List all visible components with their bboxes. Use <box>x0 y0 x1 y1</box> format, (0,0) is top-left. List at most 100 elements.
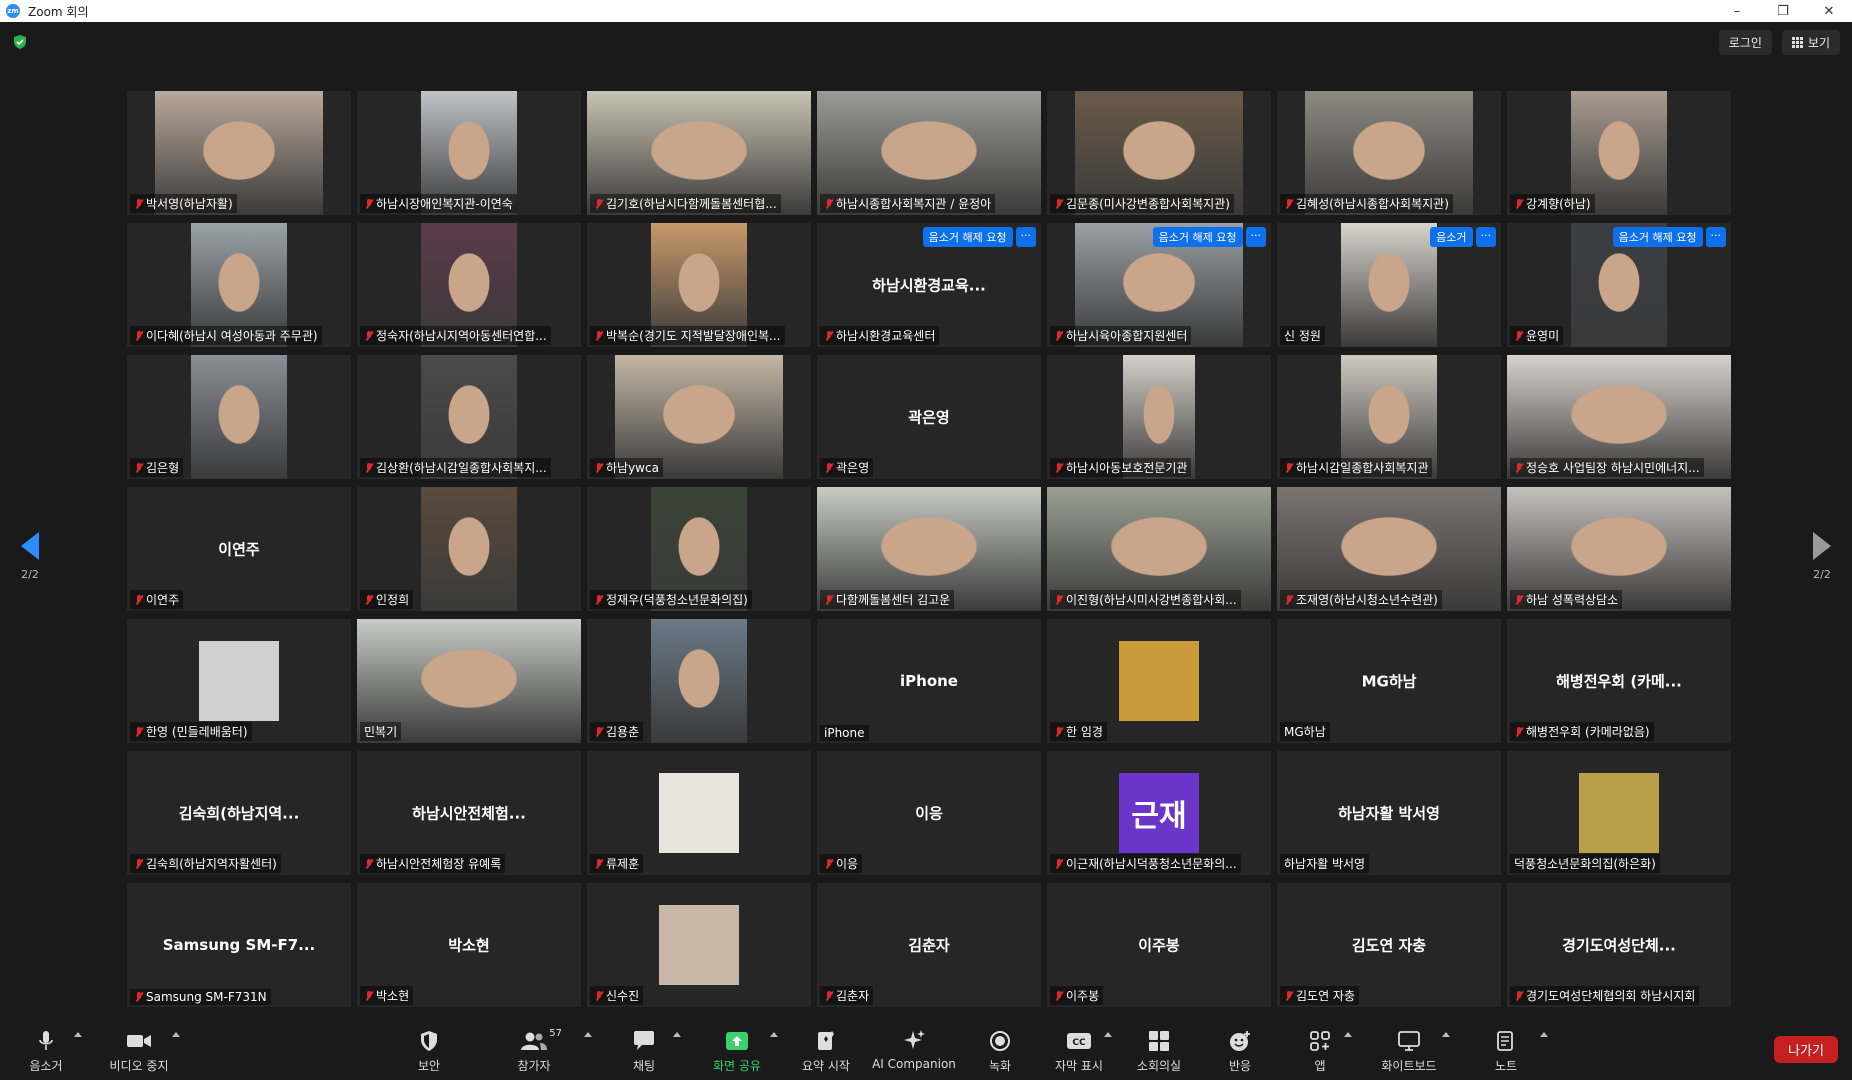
participant-tile[interactable]: 하남시아동보호전문기관 <box>1047 355 1271 479</box>
participant-display-name: 하남시환경교육... <box>872 276 986 295</box>
participant-display-name: 이주봉 <box>1138 936 1180 955</box>
participant-tile[interactable]: 김은형 <box>127 355 351 479</box>
participant-display-name: 김춘자 <box>908 936 950 955</box>
minimize-button[interactable]: – <box>1714 0 1760 22</box>
share-screen-button[interactable]: 화면 공유 <box>692 1028 782 1074</box>
security-button[interactable]: 보안 <box>384 1028 474 1074</box>
participant-tile[interactable]: 경기도여성단체... 경기도여성단체협의회 하남시지회 <box>1507 883 1731 1007</box>
participant-tile[interactable]: 하남시감일종합사회복지관 <box>1277 355 1501 479</box>
apps-options-caret[interactable] <box>1344 1032 1352 1037</box>
participant-tile[interactable]: 한영 (민들레배움터) <box>127 619 351 743</box>
participant-tile[interactable]: 조재영(하남시청소년수련관) <box>1277 487 1501 611</box>
whiteboard-label: 화이트보드 <box>1381 1059 1437 1073</box>
share-options-caret[interactable] <box>770 1032 778 1037</box>
muted-microphone-icon <box>364 990 374 1002</box>
tile-more-options-button[interactable]: ··· <box>1475 227 1496 247</box>
notes-button[interactable]: 노트 <box>1461 1028 1551 1074</box>
participant-tile[interactable]: 정재우(덕풍청소년문화의집) <box>587 487 811 611</box>
muted-microphone-icon <box>594 462 604 474</box>
participant-tile[interactable]: 김숙희(하남지역... 김숙희(하남지역자활센터) <box>127 751 351 875</box>
start-summary-button[interactable]: 요약 시작 <box>781 1028 871 1074</box>
participant-tile[interactable]: 하남시안전체험... 하남시안전체험장 유예록 <box>357 751 581 875</box>
ai-companion-button[interactable]: AI Companion <box>869 1028 959 1071</box>
participant-tile[interactable]: 김혜성(하남시종합사회복지관) <box>1277 91 1501 215</box>
security-shield-icon[interactable] <box>12 34 28 50</box>
participant-tile[interactable]: iPhone iPhone <box>817 619 1041 743</box>
participant-tile[interactable]: 김상환(하남시감일종합사회복지... <box>357 355 581 479</box>
participant-tile[interactable]: 정숙자(하남시지역아동센터연합... <box>357 223 581 347</box>
leave-meeting-button[interactable]: 나가기 <box>1774 1036 1838 1063</box>
participant-name-label: iPhone <box>820 725 869 741</box>
participant-tile[interactable]: 이주봉 이주봉 <box>1047 883 1271 1007</box>
ai-companion-label: AI Companion <box>872 1057 956 1071</box>
tile-more-options-button[interactable]: ··· <box>1015 227 1036 247</box>
whiteboard-options-caret[interactable] <box>1442 1032 1450 1037</box>
participant-tile[interactable]: 신수진 <box>587 883 811 1007</box>
chat-options-caret[interactable] <box>673 1032 681 1037</box>
participant-tile[interactable]: 이진형(하남시미사강변종합사회... <box>1047 487 1271 611</box>
participant-tile[interactable]: 곽은영 곽은영 <box>817 355 1041 479</box>
participant-tile[interactable]: 다함께돌봄센터 김고운 <box>817 487 1041 611</box>
participants-options-caret[interactable] <box>584 1032 592 1037</box>
participant-tile[interactable]: 류제훈 <box>587 751 811 875</box>
reactions-button[interactable]: 반응 <box>1195 1028 1285 1074</box>
participant-tile[interactable]: 박서영(하남자활) <box>127 91 351 215</box>
participant-tile[interactable]: 박복순(경기도 지적발달장애인복... <box>587 223 811 347</box>
request-unmute-button[interactable]: 음소거 해제 요청 <box>1612 227 1703 247</box>
participant-tile[interactable]: 덕풍청소년문화의집(하은화) <box>1507 751 1731 875</box>
participant-tile[interactable]: 이응 이응 <box>817 751 1041 875</box>
stop-video-button[interactable]: 비디오 중지 <box>94 1028 184 1074</box>
next-page-button[interactable]: 2/2 <box>1802 532 1842 581</box>
request-unmute-button[interactable]: 음소거 해제 요청 <box>922 227 1013 247</box>
record-button[interactable]: 녹화 <box>955 1028 1045 1074</box>
whiteboard-button[interactable]: 화이트보드 <box>1364 1028 1454 1074</box>
muted-microphone-icon <box>824 990 834 1002</box>
participant-tile[interactable]: 한 임경 <box>1047 619 1271 743</box>
participant-tile[interactable]: 이연주 이연주 <box>127 487 351 611</box>
request-unmute-button[interactable]: 음소거 해제 요청 <box>1152 227 1243 247</box>
participant-tile[interactable]: 해병전우회 (카메... 해병전우회 (카메라없음) <box>1507 619 1731 743</box>
login-button[interactable]: 로그인 <box>1718 30 1772 55</box>
participant-tile[interactable]: 하남자활 박서영 하남자활 박서영 <box>1277 751 1501 875</box>
breakout-rooms-button[interactable]: 소회의실 <box>1114 1028 1204 1074</box>
tile-more-options-button[interactable]: ··· <box>1705 227 1726 247</box>
tile-more-options-button[interactable]: ··· <box>1245 227 1266 247</box>
participant-tile[interactable]: Samsung SM-F7... Samsung SM-F731N <box>127 883 351 1007</box>
participants-button[interactable]: 57 참가자 <box>489 1028 579 1074</box>
participant-tile[interactable]: 정승호 사업팀장 하남시민에너지... <box>1507 355 1731 479</box>
more-options-caret[interactable] <box>1540 1032 1548 1037</box>
captions-options-caret[interactable] <box>1104 1032 1112 1037</box>
restore-button[interactable]: ❐ <box>1760 0 1806 22</box>
participant-tile[interactable]: 김도연 자충 김도연 자충 <box>1277 883 1501 1007</box>
participant-tile[interactable]: 음소거 해제 요청 ··· 윤영미 <box>1507 223 1731 347</box>
participant-tile[interactable]: 음소거 해제 요청 ··· 하남시육아종합지원센터 <box>1047 223 1271 347</box>
participant-name: 한 임경 <box>1066 725 1103 739</box>
close-button[interactable]: ✕ <box>1806 0 1852 22</box>
request-unmute-button[interactable]: 음소거 <box>1430 227 1473 247</box>
view-button[interactable]: 보기 <box>1781 30 1840 55</box>
participant-tile[interactable]: 하남시환경교육... 음소거 해제 요청 ··· 하남시환경교육센터 <box>817 223 1041 347</box>
previous-page-button[interactable]: 2/2 <box>10 532 50 581</box>
participant-tile[interactable]: 하남 성폭력상담소 <box>1507 487 1731 611</box>
audio-options-caret[interactable] <box>74 1032 82 1037</box>
participant-tile[interactable]: 김기호(하남시다함께돌봄센터협... <box>587 91 811 215</box>
participant-tile[interactable]: 하남시종합사회복지관 / 윤정아 <box>817 91 1041 215</box>
participant-tile[interactable]: 하남시장애인복지관-이연숙 <box>357 91 581 215</box>
participant-tile[interactable]: 인정희 <box>357 487 581 611</box>
participant-tile[interactable]: 하남ywca <box>587 355 811 479</box>
participant-tile[interactable]: 음소거 ··· 신 정원 <box>1277 223 1501 347</box>
participant-tile[interactable]: 민복기 <box>357 619 581 743</box>
video-options-caret[interactable] <box>172 1032 180 1037</box>
participant-tile[interactable]: 박소현 박소현 <box>357 883 581 1007</box>
participant-tile[interactable]: 강계향(하남) <box>1507 91 1731 215</box>
participant-tile[interactable]: 김춘자 김춘자 <box>817 883 1041 1007</box>
participant-tile[interactable]: 근재 이근재(하남시덕풍청소년문화의... <box>1047 751 1271 875</box>
login-label: 로그인 <box>1728 36 1762 50</box>
participant-name-label: 하남시안전체험장 유예록 <box>360 854 506 873</box>
participant-tile[interactable]: 이다혜(하남시 여성아동과 주무관) <box>127 223 351 347</box>
participant-name-label: 하남시육아종합지원센터 <box>1050 326 1192 345</box>
participant-tile[interactable]: MG하남 MG하남 <box>1277 619 1501 743</box>
participant-name: 신 정원 <box>1284 329 1321 343</box>
participant-tile[interactable]: 김용춘 <box>587 619 811 743</box>
participant-tile[interactable]: 김문종(미사강변종합사회복지관) <box>1047 91 1271 215</box>
